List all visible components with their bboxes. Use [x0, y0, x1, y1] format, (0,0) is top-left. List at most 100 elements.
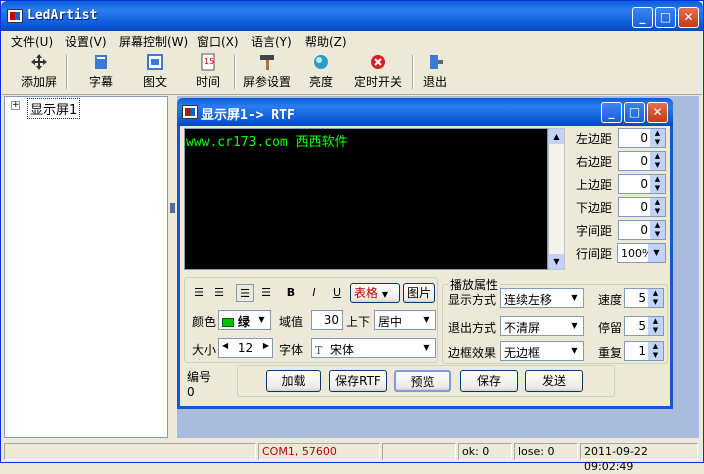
maximize-button[interactable]: □ [655, 7, 676, 28]
tree-node-screen[interactable]: 显示屏1 [27, 98, 81, 119]
add-screen-icon [31, 54, 47, 70]
menu-bar: 文件(U) 设置(V) 屏幕控制(W) 窗口(X) 语言(Y) 帮助(Z) [2, 31, 702, 49]
align-justify-icon[interactable]: ☰ [236, 284, 254, 302]
preview-scrollbar[interactable]: ▲ ▼ [548, 128, 565, 270]
line-spacing-select[interactable]: 100% ▼ [617, 243, 666, 263]
font-select[interactable]: T 宋体 ▼ [311, 338, 436, 358]
right-margin-label: 右边距 [576, 155, 613, 169]
brightness-icon [314, 55, 328, 69]
menu-help[interactable]: 帮助(Z) [305, 33, 347, 50]
time-button[interactable]: 15 时间 [191, 51, 225, 93]
right-margin-spinner[interactable]: 0 ▲ ▼ [618, 151, 666, 171]
status-datetime: 2011-09-22 09:02:49 [580, 443, 698, 473]
top-margin-spinner[interactable]: 0 ▲ ▼ [618, 174, 666, 194]
status-pane-blank [382, 443, 456, 460]
scroll-up-icon[interactable]: ▲ [549, 129, 564, 144]
speed-label: 速度 [598, 293, 623, 307]
image-button[interactable]: 图片 [403, 283, 435, 303]
screen-params-button[interactable]: 屏参设置 [241, 51, 293, 93]
title-bar[interactable]: LedArtist _ □ ✕ [1, 1, 703, 31]
save-rtf-button[interactable]: 保存RTF [329, 370, 387, 392]
load-button[interactable]: 加载 [266, 370, 321, 392]
bold-button[interactable]: B [282, 284, 300, 302]
send-button[interactable]: 发送 [525, 370, 583, 392]
table-label: 表格 [354, 286, 379, 300]
italic-button[interactable]: I [305, 284, 323, 302]
status-lose: lose: 0 [514, 443, 578, 460]
underline-button[interactable]: U [328, 284, 346, 302]
margin-panel: 左边距 0 ▲ ▼ 右边距 0 ▲ ▼ 上边距 0 ▲ ▼ 下边距 0 ▲ ▼ 字间距 0 ▲ ▼ … [574, 126, 668, 270]
exit-label: 退出 [422, 75, 447, 89]
left-margin-spinner[interactable]: 0 ▲ ▼ [618, 128, 666, 148]
char-spacing-value: 0 [640, 223, 648, 237]
splitter[interactable] [169, 96, 176, 438]
toolbar: 添加屏 字幕 图文 15 时间 屏参设置 亮度 定时开关 退出 [2, 49, 702, 95]
exit-mode-label: 退出方式 [448, 321, 497, 335]
status-ok: ok: 0 [458, 443, 512, 460]
scroll-down-icon[interactable]: ▼ [549, 254, 564, 269]
preview-text: www.cr173.com 西西软件 [186, 135, 348, 150]
timer-switch-icon [371, 55, 385, 69]
add-screen-button[interactable]: 添加屏 [18, 51, 60, 93]
char-spacing-label: 字间距 [576, 224, 613, 238]
align-left-icon[interactable]: ☰ [190, 284, 208, 302]
minimize-button[interactable]: _ [632, 7, 653, 28]
splitter-arrow-icon[interactable] [170, 203, 175, 213]
screen-params-label: 屏参设置 [242, 75, 291, 89]
number-label: 编号 [187, 370, 212, 384]
stay-label: 停留 [598, 321, 623, 335]
align-center-icon[interactable]: ☰ [210, 284, 228, 302]
repeat-spinner[interactable]: 1 ▲ ▼ [624, 341, 664, 361]
menu-file[interactable]: 文件(U) [11, 33, 53, 50]
timer-switch-button[interactable]: 定时开关 [352, 51, 404, 93]
display-mode-select[interactable]: 连续左移 ▼ [500, 288, 584, 308]
size-decrease-icon[interactable]: ◀ [222, 341, 228, 350]
bottom-margin-spinner[interactable]: 0 ▲ ▼ [618, 197, 666, 217]
save-button[interactable]: 保存 [460, 370, 518, 392]
right-margin-value: 0 [640, 154, 648, 168]
size-stepper[interactable]: ◀ 12 ▶ [218, 338, 273, 358]
color-value: 绿 [237, 315, 250, 329]
vertical-align-select[interactable]: 居中 ▼ [374, 310, 436, 330]
brightness-button[interactable]: 亮度 [306, 51, 336, 93]
char-spacing-spinner[interactable]: 0 ▲ ▼ [618, 220, 666, 240]
chevron-down-icon: ▼ [423, 343, 430, 352]
color-swatch [222, 318, 234, 327]
align-right-icon[interactable]: ☰ [257, 284, 275, 302]
led-preview-editor[interactable]: www.cr173.com 西西软件 [184, 128, 548, 270]
threshold-input[interactable]: 30 [311, 310, 343, 330]
image-text-icon [147, 54, 163, 70]
stay-spinner[interactable]: 5 ▲ ▼ [624, 316, 664, 336]
color-select[interactable]: 绿 ▼ [218, 310, 271, 330]
chevron-down-icon: ▼ [423, 315, 430, 324]
rtf-window-icon [182, 105, 198, 119]
add-screen-label: 添加屏 [20, 75, 57, 89]
subtitle-button[interactable]: 字幕 [84, 51, 118, 93]
rtf-maximize-button[interactable]: □ [624, 102, 645, 123]
image-text-button[interactable]: 图文 [138, 51, 172, 93]
size-increase-icon[interactable]: ▶ [263, 341, 269, 350]
exit-mode-select[interactable]: 不清屏 ▼ [500, 316, 584, 336]
close-button[interactable]: ✕ [678, 7, 699, 28]
preview-button[interactable]: 预览 [394, 370, 451, 392]
chevron-down-icon: ▼ [258, 315, 265, 324]
menu-language[interactable]: 语言(Y) [251, 33, 292, 50]
truetype-icon: T [315, 344, 323, 357]
rtf-window-title: 显示屏1-> RTF [201, 108, 295, 123]
border-effect-select[interactable]: 无边框 ▼ [500, 341, 584, 361]
speed-spinner[interactable]: 5 ▲ ▼ [624, 288, 664, 308]
menu-screen-control[interactable]: 屏幕控制(W) [119, 33, 188, 50]
status-bar: COM1, 57600 ok: 0 lose: 0 2011-09-22 09:… [2, 441, 702, 473]
vertical-align-value: 居中 [378, 315, 403, 329]
repeat-value: 1 [638, 344, 646, 358]
rtf-close-button[interactable]: ✕ [647, 102, 668, 123]
rtf-minimize-button[interactable]: _ [601, 102, 622, 123]
exit-button[interactable]: 退出 [420, 51, 450, 93]
screen-tree[interactable]: + 显示屏1 [4, 96, 168, 438]
clock-icon: 15 [201, 53, 215, 71]
table-button[interactable]: 表格 ▼ [350, 283, 400, 303]
menu-window[interactable]: 窗口(X) [197, 33, 239, 50]
menu-settings[interactable]: 设置(V) [65, 33, 107, 50]
rtf-title-bar[interactable]: 显示屏1-> RTF _ □ ✕ [177, 98, 673, 126]
expand-icon[interactable]: + [11, 101, 20, 110]
